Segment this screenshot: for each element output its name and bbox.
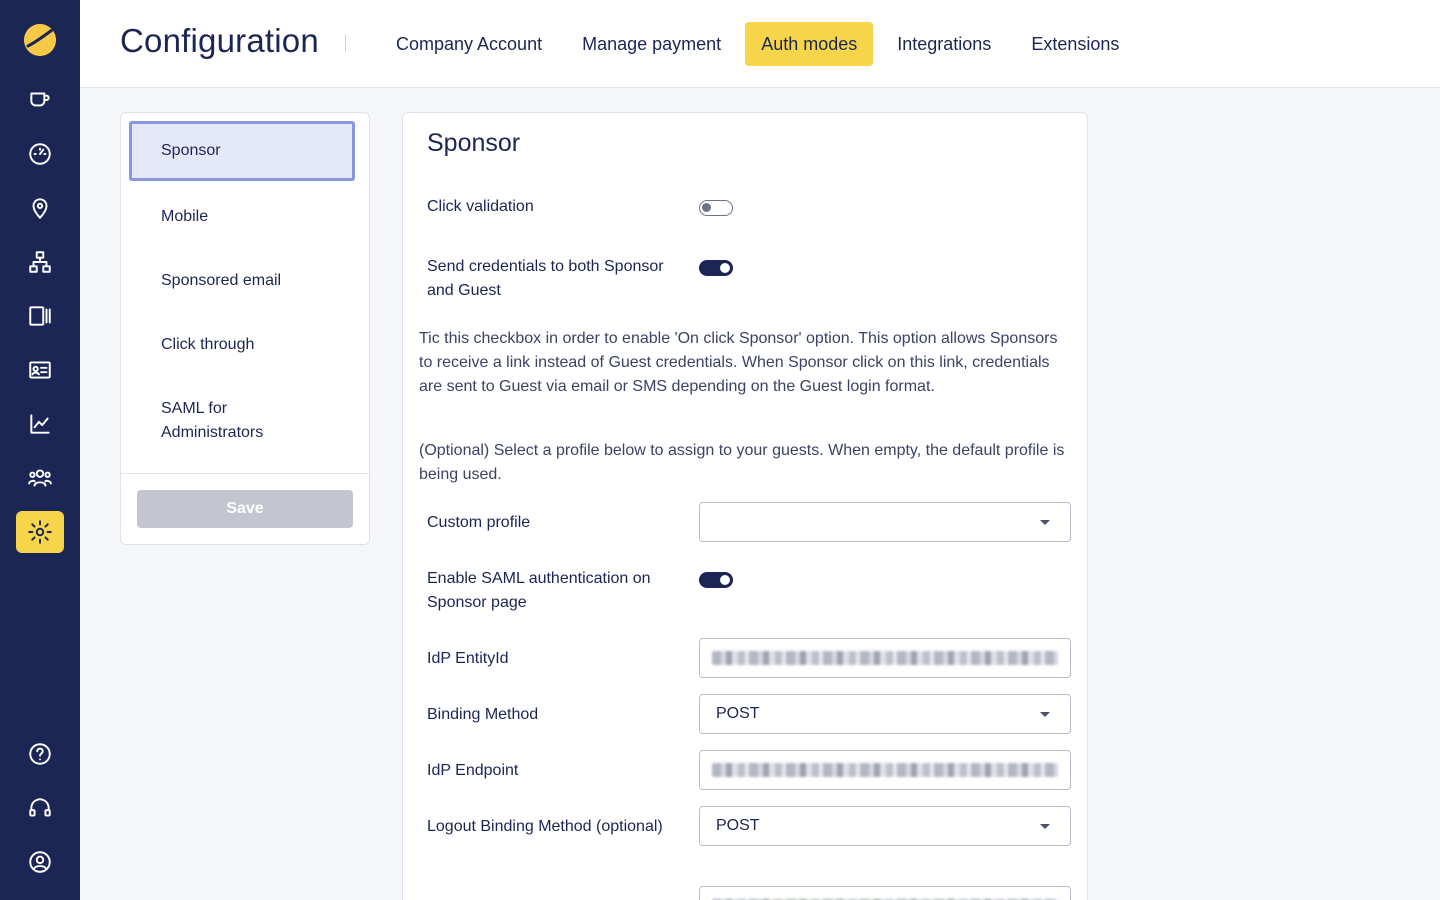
menu-item-saml-admins[interactable]: SAML for Administrators <box>129 397 329 445</box>
tab-integrations[interactable]: Integrations <box>881 22 1007 66</box>
sidebar-item-configuration[interactable] <box>16 511 64 553</box>
header: Configuration Company Account Manage pay… <box>80 0 1440 88</box>
menu-item-click-through[interactable]: Click through <box>129 333 355 357</box>
coffee-icon <box>30 92 50 107</box>
tab-manage-payment[interactable]: Manage payment <box>566 22 737 66</box>
profile-description: (Optional) Select a profile below to ass… <box>419 442 1065 483</box>
sidebar <box>0 0 80 900</box>
tab-bar: Company Account Manage payment Auth mode… <box>380 22 1135 66</box>
location-pin-icon <box>32 198 48 219</box>
sidebar-item-users[interactable] <box>16 457 64 499</box>
enable-saml-toggle[interactable] <box>699 572 733 588</box>
logout-binding-method-label: Logout Binding Method (optional) <box>427 818 663 835</box>
headset-icon <box>29 798 51 817</box>
logout-endpoint-input[interactable] <box>699 886 1071 900</box>
network-icon <box>29 251 51 273</box>
idp-entity-id-label: IdP EntityId <box>427 650 509 667</box>
sidebar-item-dashboard[interactable] <box>16 133 64 175</box>
sidebar-item-profile[interactable] <box>16 841 64 883</box>
enable-saml-label: Enable SAML authentication on Sponsor pa… <box>427 570 651 611</box>
logout-binding-method-value: POST <box>716 817 760 834</box>
auth-mode-menu: Sponsor Mobile Sponsored email Click thr… <box>120 112 370 545</box>
logo-icon[interactable] <box>24 24 56 56</box>
tab-extensions[interactable]: Extensions <box>1015 22 1135 66</box>
tab-auth-modes[interactable]: Auth modes <box>745 22 874 66</box>
custom-profile-label: Custom profile <box>427 514 531 531</box>
chart-line-icon <box>30 414 50 434</box>
idp-endpoint-label: IdP Endpoint <box>427 762 519 779</box>
gear-icon <box>28 520 52 544</box>
send-credentials-label: Send credentials to both Sponsor and Gue… <box>427 258 664 299</box>
help-icon <box>29 743 51 765</box>
send-credentials-toggle[interactable] <box>699 260 733 276</box>
speedometer-icon <box>29 143 51 165</box>
sponsor-settings-panel: Sponsor Click validation Send credential… <box>402 112 1088 900</box>
id-card-icon <box>29 361 51 379</box>
binding-method-label: Binding Method <box>427 706 539 723</box>
panel-title: Sponsor <box>427 129 521 157</box>
chevron-down-icon <box>1040 824 1050 829</box>
user-circle-icon <box>29 851 51 873</box>
devices-icon <box>29 306 51 326</box>
redacted-value <box>712 763 1058 777</box>
menu-item-mobile[interactable]: Mobile <box>129 205 355 229</box>
page-title: Configuration <box>120 22 319 59</box>
menu-item-sponsor[interactable]: Sponsor <box>129 121 355 181</box>
click-validation-label: Click validation <box>427 198 534 215</box>
sidebar-item-id-card[interactable] <box>16 349 64 391</box>
tab-company-account[interactable]: Company Account <box>380 22 558 66</box>
redacted-value <box>712 651 1058 665</box>
chevron-down-icon <box>1040 712 1050 717</box>
toggle-knob <box>702 203 711 212</box>
sidebar-item-help[interactable] <box>16 733 64 775</box>
custom-profile-select[interactable] <box>699 502 1071 542</box>
idp-endpoint-input[interactable] <box>699 750 1071 790</box>
on-click-sponsor-description: Tic this checkbox in order to enable 'On… <box>419 330 1058 395</box>
sidebar-item-analytics[interactable] <box>16 403 64 445</box>
binding-method-select[interactable]: POST <box>699 694 1071 734</box>
idp-entity-id-input[interactable] <box>699 638 1071 678</box>
toggle-knob <box>720 263 730 273</box>
chevron-down-icon <box>1040 520 1050 525</box>
logout-binding-method-select[interactable]: POST <box>699 806 1071 846</box>
users-icon <box>28 469 52 487</box>
menu-item-sponsored-email[interactable]: Sponsored email <box>129 269 355 293</box>
menu-divider <box>121 473 369 474</box>
click-validation-toggle[interactable] <box>699 200 733 216</box>
sidebar-item-devices[interactable] <box>16 295 64 337</box>
title-divider <box>345 35 346 51</box>
sidebar-item-coffee[interactable] <box>16 79 64 121</box>
sidebar-item-network[interactable] <box>16 241 64 283</box>
binding-method-value: POST <box>716 705 760 722</box>
toggle-knob <box>720 575 730 585</box>
sidebar-item-locations[interactable] <box>16 187 64 229</box>
save-button[interactable]: Save <box>137 490 353 528</box>
sidebar-item-support[interactable] <box>16 787 64 829</box>
